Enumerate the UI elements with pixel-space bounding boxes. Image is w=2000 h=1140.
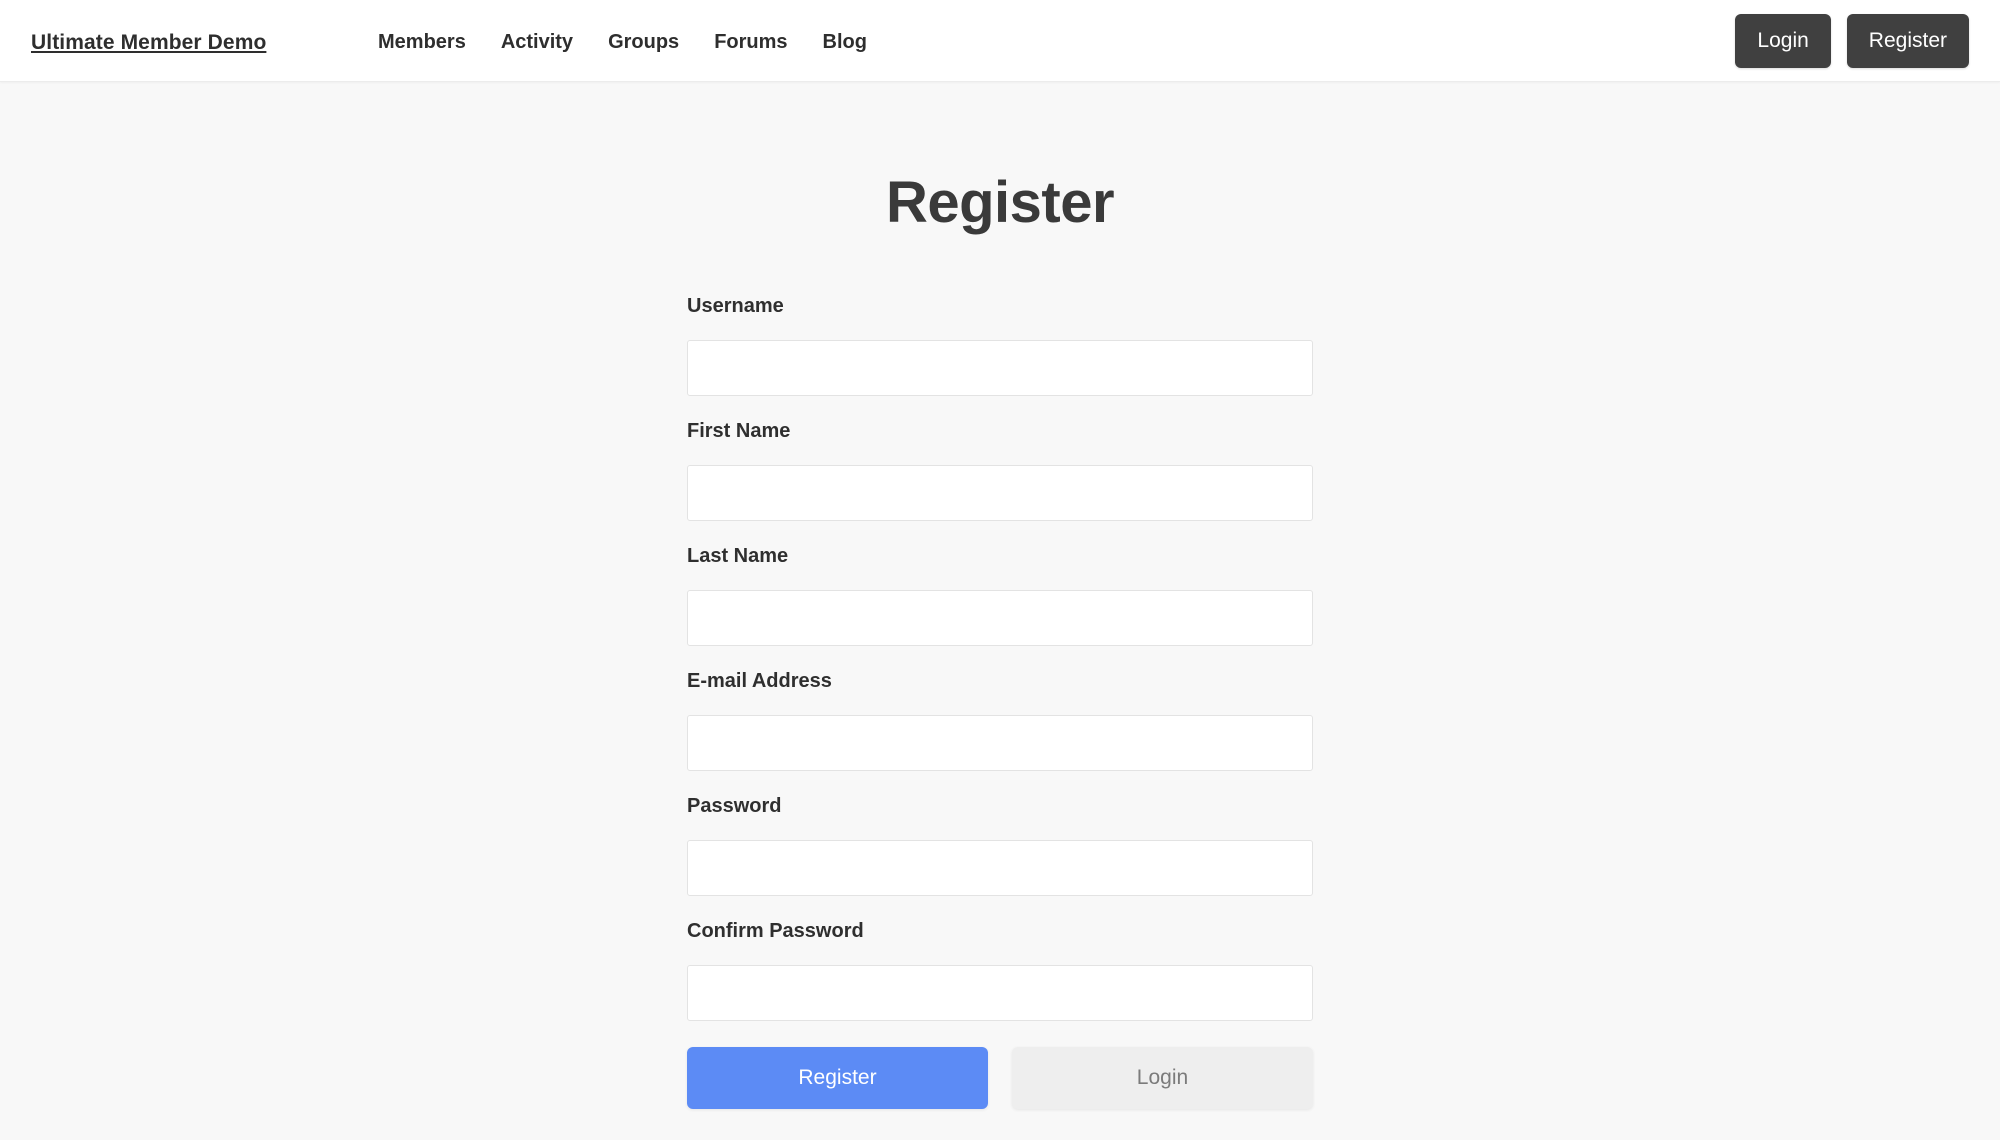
login-link-button[interactable]: Login bbox=[1012, 1047, 1313, 1109]
site-title[interactable]: Ultimate Member Demo bbox=[31, 31, 266, 55]
field-label-first-name: First Name bbox=[687, 420, 791, 442]
confirm-password-input[interactable] bbox=[687, 965, 1313, 1021]
nav-item-forums[interactable]: Forums bbox=[714, 30, 787, 54]
nav-item-activity[interactable]: Activity bbox=[501, 30, 573, 54]
field-email: E-mail Address bbox=[687, 669, 1313, 771]
nav-item-blog[interactable]: Blog bbox=[823, 30, 867, 54]
header-register-button[interactable]: Register bbox=[1846, 14, 1969, 68]
field-label-username: Username bbox=[687, 295, 784, 317]
field-label-password: Password bbox=[687, 795, 782, 817]
field-first-name: First Name bbox=[687, 419, 1313, 521]
header-login-button[interactable]: Login bbox=[1735, 14, 1831, 68]
page-title: Register bbox=[885, 170, 1115, 235]
field-confirm-password: Confirm Password bbox=[687, 919, 1313, 1021]
field-label-last-name: Last Name bbox=[687, 545, 789, 567]
first-name-input[interactable] bbox=[687, 465, 1313, 521]
field-label-confirm-password: Confirm Password bbox=[687, 920, 864, 942]
field-last-name: Last Name bbox=[687, 544, 1313, 646]
nav-item-groups[interactable]: Groups bbox=[608, 30, 679, 54]
field-username: Username bbox=[687, 294, 1313, 396]
last-name-input[interactable] bbox=[687, 590, 1313, 646]
site-header: Ultimate Member Demo Members Activity Gr… bbox=[0, 0, 2000, 82]
register-submit-button[interactable]: Register bbox=[687, 1047, 988, 1109]
password-input[interactable] bbox=[687, 840, 1313, 896]
field-password: Password bbox=[687, 794, 1313, 896]
main-navigation: Members Activity Groups Forums Blog bbox=[378, 30, 867, 54]
header-actions: Login Register bbox=[1735, 14, 1969, 68]
username-input[interactable] bbox=[687, 340, 1313, 396]
email-input[interactable] bbox=[687, 715, 1313, 771]
register-form: Username First Name Last Name E-mail Add… bbox=[687, 294, 1313, 1109]
form-actions: Register Login bbox=[687, 1047, 1313, 1109]
nav-item-members[interactable]: Members bbox=[378, 30, 466, 54]
page-body: Register Username First Name Last Name E… bbox=[0, 82, 2000, 1140]
field-label-email: E-mail Address bbox=[687, 670, 832, 692]
